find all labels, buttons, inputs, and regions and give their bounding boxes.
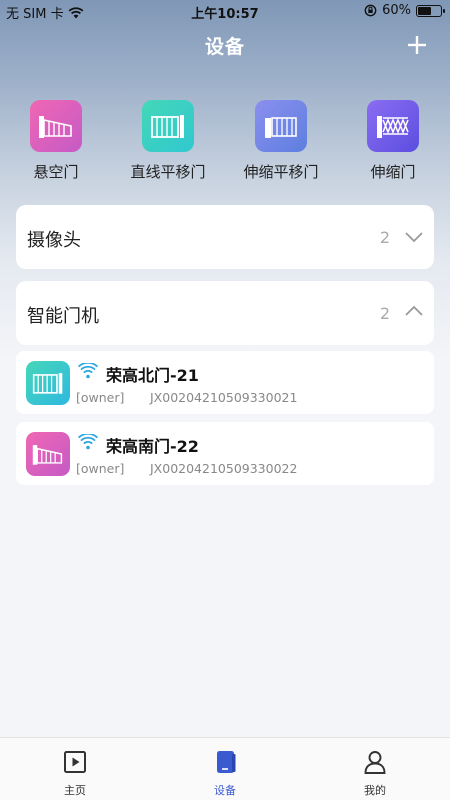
wifi-online-icon <box>78 363 98 379</box>
category-icon-box <box>142 100 194 152</box>
sliding-gate-icon <box>32 373 63 394</box>
tab-label: 我的 <box>364 784 386 797</box>
telescopic-sliding-gate-icon <box>265 117 297 138</box>
chevron-up-icon <box>405 305 423 316</box>
camera-section-header[interactable]: 摄像头 2 <box>16 205 434 269</box>
category-retractable-gate[interactable]: 伸缩门 <box>337 100 449 182</box>
device-serial: JX00204210509330022 <box>150 461 298 476</box>
category-icon-box <box>30 100 82 152</box>
category-cantilever-gate[interactable]: 悬空门 <box>0 100 112 182</box>
bottom-tab-bar: 主页 设备 我的 <box>0 737 450 800</box>
tab-home[interactable]: 主页 <box>0 738 150 800</box>
section-count: 2 <box>379 304 390 323</box>
cantilever-gate-icon <box>32 445 63 465</box>
tab-label: 设备 <box>214 784 236 797</box>
battery-icon <box>416 4 445 17</box>
page-title: 设备 <box>204 36 245 58</box>
add-device-button[interactable] <box>402 30 432 60</box>
rotation-lock-icon <box>364 4 377 17</box>
gate-category-row: 悬空门 直线平移门 伸缩平移门 伸缩门 <box>0 100 450 190</box>
user-icon <box>364 751 386 774</box>
plus-icon <box>408 36 426 54</box>
tab-devices[interactable]: 设备 <box>150 738 300 800</box>
cantilever-gate-icon <box>39 116 72 138</box>
category-icon-box <box>255 100 307 152</box>
category-icon-box <box>367 100 419 152</box>
section-title: 智能门机 <box>27 306 99 327</box>
device-name: 荣高南门-22 <box>106 437 199 456</box>
category-sliding-gate[interactable]: 直线平移门 <box>112 100 224 182</box>
tab-label: 主页 <box>64 784 86 797</box>
chevron-down-icon <box>405 232 423 243</box>
section-title: 摄像头 <box>27 230 81 251</box>
device-owner: [owner] <box>76 461 125 476</box>
retractable-gate-icon <box>377 116 409 138</box>
device-serial: JX00204210509330021 <box>150 390 298 405</box>
sliding-gate-icon <box>151 115 184 138</box>
status-bar: 无 SIM 卡 上午10:57 60% <box>0 0 450 22</box>
category-label: 伸缩门 <box>370 163 416 181</box>
category-telescopic-sliding-gate[interactable]: 伸缩平移门 <box>225 100 337 182</box>
section-count: 2 <box>379 228 390 247</box>
gate-machine-section-header[interactable]: 智能门机 2 <box>16 281 434 345</box>
tab-profile[interactable]: 我的 <box>300 738 450 800</box>
battery-fill <box>418 6 431 15</box>
device-thumbnail <box>26 361 70 405</box>
device-owner: [owner] <box>76 390 125 405</box>
category-label: 伸缩平移门 <box>243 163 319 181</box>
device-name: 荣高北门-21 <box>106 366 199 385</box>
device-list-item[interactable]: 荣高北门-21 [owner] JX00204210509330021 <box>16 351 434 414</box>
play-square-icon <box>64 751 86 773</box>
category-label: 悬空门 <box>33 163 79 181</box>
category-label: 直线平移门 <box>130 163 206 181</box>
wifi-online-icon <box>78 434 98 450</box>
battery-percent: 60% <box>382 3 411 18</box>
status-right: 60% <box>364 3 445 18</box>
device-thumbnail <box>26 432 70 476</box>
device-icon <box>217 751 236 773</box>
device-list-item[interactable]: 荣高南门-22 [owner] JX00204210509330022 <box>16 422 434 485</box>
